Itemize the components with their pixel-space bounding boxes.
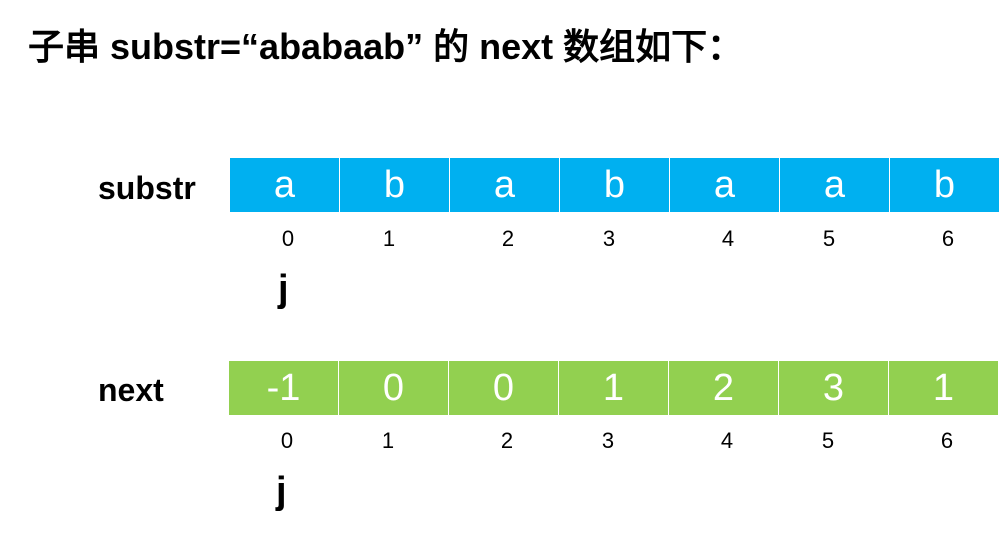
next-cell: 3 (779, 361, 888, 415)
next-row-label: next (98, 372, 164, 408)
next-index: 2 (500, 428, 514, 453)
substr-cells: a b a b a a b (230, 158, 1000, 212)
page-title: 子串 substr=“ababaab” 的 next 数组如下： (28, 26, 744, 67)
next-cells: -1 0 0 1 2 3 1 (229, 361, 999, 415)
substr-cell: b (340, 158, 449, 212)
substr-cell: a (450, 158, 559, 212)
substr-cell: b (560, 158, 669, 212)
substr-index: 3 (602, 226, 616, 251)
substr-index: 4 (721, 226, 735, 251)
next-cell: 1 (889, 361, 998, 415)
substr-index: 5 (822, 226, 836, 251)
substr-cell: a (230, 158, 339, 212)
next-cell: 1 (559, 361, 668, 415)
substr-cell: a (780, 158, 889, 212)
substr-index: 6 (941, 226, 955, 251)
next-cell: 0 (339, 361, 448, 415)
next-index: 0 (280, 428, 294, 453)
next-index: 1 (381, 428, 395, 453)
next-index: 4 (720, 428, 734, 453)
substr-index-row: 0 1 2 3 4 5 6 (0, 226, 1001, 252)
substr-cell: b (890, 158, 999, 212)
next-index: 6 (940, 428, 954, 453)
substr-cell: a (670, 158, 779, 212)
next-index: 5 (821, 428, 835, 453)
substr-index: 0 (281, 226, 295, 251)
next-cell: 0 (449, 361, 558, 415)
substr-index: 2 (501, 226, 515, 251)
substr-index: 1 (382, 226, 396, 251)
next-pointer-j: j (276, 470, 287, 512)
next-index: 3 (601, 428, 615, 453)
substr-row-label: substr (98, 170, 196, 206)
next-cell: 2 (669, 361, 778, 415)
next-cell: -1 (229, 361, 338, 415)
substr-pointer-j: j (278, 268, 289, 310)
next-index-row: 0 1 2 3 4 5 6 (0, 428, 1001, 454)
